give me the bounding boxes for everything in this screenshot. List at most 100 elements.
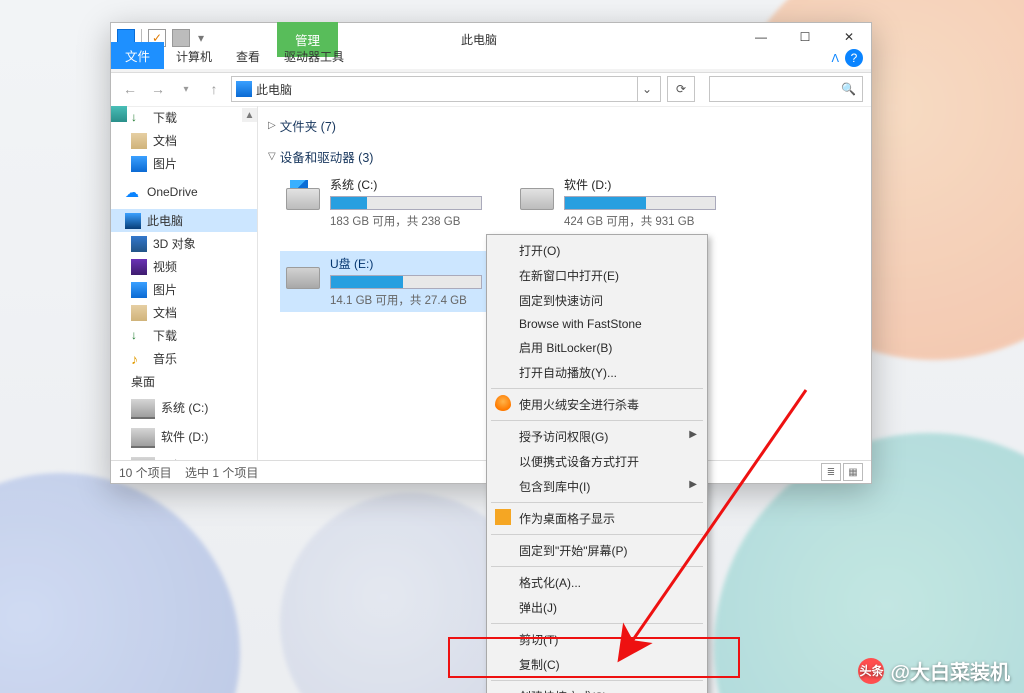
context-menu-item[interactable]: 弹出(J) — [489, 595, 705, 620]
desktop-icon — [111, 106, 127, 122]
context-menu-label: 打开(O) — [519, 244, 560, 258]
sidebar-item-label: 3D 对象 — [153, 235, 196, 252]
context-separator — [491, 388, 703, 389]
context-separator — [491, 680, 703, 681]
context-menu-item[interactable]: Browse with FastStone — [489, 313, 705, 335]
context-menu-item[interactable]: 打开自动播放(Y)... — [489, 360, 705, 385]
sidebar-item[interactable]: 文档 — [111, 129, 257, 152]
nav-up-button[interactable]: ↑ — [203, 78, 225, 100]
search-input[interactable]: 🔍 — [709, 76, 863, 102]
tab-drive-tools[interactable]: 驱动器工具 — [272, 44, 356, 69]
wallpaper-blob — [0, 473, 240, 693]
drive-name: 系统 (C:) — [330, 176, 492, 193]
context-menu-item[interactable]: 格式化(A)... — [489, 570, 705, 595]
address-bar-row: ← → ▾ ↑ 此电脑 ⌄ ⟳ 🔍 — [111, 72, 871, 107]
context-separator — [491, 534, 703, 535]
context-menu-label: 作为桌面格子显示 — [519, 512, 615, 526]
context-menu-label: 打开自动播放(Y)... — [519, 366, 617, 380]
sidebar-item-label: 音乐 — [153, 350, 177, 367]
drive-usage-bar — [330, 275, 482, 289]
sidebar-item[interactable]: 图片 — [111, 278, 257, 301]
sidebar-item[interactable]: 此电脑 — [111, 209, 257, 232]
drive-item[interactable]: U盘 (E:)14.1 GB 可用，共 27.4 GB — [280, 251, 496, 312]
drive-icon — [131, 399, 155, 419]
nav-history-dropdown[interactable]: ▾ — [175, 78, 197, 100]
group-devices-header[interactable]: ▽ 设备和驱动器 (3) — [266, 141, 863, 172]
minimize-button[interactable]: — — [739, 23, 783, 51]
scroll-up-icon[interactable]: ▲ — [242, 108, 257, 122]
context-separator — [491, 566, 703, 567]
sidebar-scrollbar[interactable]: ▲ — [242, 108, 257, 258]
drive-stat: 14.1 GB 可用，共 27.4 GB — [330, 292, 492, 308]
sidebar-item[interactable]: 视频 — [111, 255, 257, 278]
address-bar[interactable]: 此电脑 ⌄ — [231, 76, 661, 102]
refresh-button[interactable]: ⟳ — [667, 76, 695, 102]
sidebar-item[interactable]: 文档 — [111, 301, 257, 324]
view-icons-button[interactable]: ▦ — [843, 463, 863, 481]
status-selection: 选中 1 个项目 — [185, 466, 258, 480]
sidebar-item[interactable]: 软件 (D:) — [111, 422, 257, 451]
context-menu-item[interactable]: 启用 BitLocker(B) — [489, 335, 705, 360]
context-menu-label: 授予访问权限(G) — [519, 430, 608, 444]
sidebar-item[interactable]: 系统 (C:) — [111, 393, 257, 422]
window-title: 此电脑 — [461, 31, 497, 48]
nav-forward-button[interactable]: → — [147, 78, 169, 100]
sidebar-item[interactable]: 下载 — [111, 106, 257, 129]
location-icon — [236, 81, 252, 97]
pic-icon — [131, 282, 147, 298]
sidebar-item-label: 软件 (D:) — [161, 428, 208, 445]
context-menu-item[interactable]: 固定到快速访问 — [489, 288, 705, 313]
sidebar-item[interactable]: 下载 — [111, 324, 257, 347]
help-button[interactable]: ? — [845, 49, 863, 67]
sidebar-item[interactable]: OneDrive — [111, 181, 257, 203]
nav-back-button[interactable]: ← — [119, 78, 141, 100]
view-details-button[interactable]: ≣ — [821, 463, 841, 481]
tab-computer[interactable]: 计算机 — [164, 44, 224, 69]
context-menu-item[interactable]: 在新窗口中打开(E) — [489, 263, 705, 288]
sidebar-item-label: 下载 — [153, 109, 177, 126]
context-menu-label: 固定到"开始"屏幕(P) — [519, 544, 628, 558]
onedrive-icon — [125, 184, 141, 200]
address-dropdown-icon[interactable]: ⌄ — [637, 77, 656, 101]
dl-icon — [131, 328, 147, 344]
tab-file[interactable]: 文件 — [111, 42, 164, 69]
drive-item[interactable]: 软件 (D:)424 GB 可用，共 931 GB — [514, 172, 730, 233]
sidebar-item-label: 图片 — [153, 281, 177, 298]
drive-item[interactable]: 系统 (C:) 183 GB 可用，共 238 GB — [280, 172, 496, 233]
context-menu-label: 使用火绒安全进行杀毒 — [519, 398, 639, 412]
context-menu-item[interactable]: 以便携式设备方式打开 — [489, 449, 705, 474]
sidebar-item[interactable]: 3D 对象 — [111, 232, 257, 255]
context-menu-item[interactable]: 使用火绒安全进行杀毒 — [489, 392, 705, 417]
context-menu-item[interactable]: 固定到"开始"屏幕(P) — [489, 538, 705, 563]
tab-view[interactable]: 查看 — [224, 44, 272, 69]
sidebar-item-label: 桌面 — [131, 373, 155, 390]
chevron-right-icon: ▷ — [268, 120, 276, 131]
close-button[interactable]: ✕ — [827, 23, 871, 51]
context-menu-item[interactable]: 打开(O) — [489, 238, 705, 263]
pc-icon — [125, 213, 141, 229]
status-text: 10 个项目 选中 1 个项目 — [119, 464, 258, 481]
drive-info: 软件 (D:)424 GB 可用，共 931 GB — [564, 176, 726, 229]
context-menu-label: 在新窗口中打开(E) — [519, 269, 619, 283]
drive-icon — [284, 259, 322, 289]
drive-icon — [284, 180, 322, 210]
titlebar[interactable]: ▾ 管理 此电脑 — ☐ ✕ 文件 计算机 查看 驱动器工具 ᐱ ? — [111, 23, 871, 70]
navigation-pane[interactable]: ▲ 下载文档图片OneDrive此电脑3D 对象视频图片文档下载音乐桌面系统 (… — [111, 106, 258, 461]
context-menu-label: 固定到快速访问 — [519, 294, 603, 308]
collapse-ribbon-icon[interactable]: ᐱ — [831, 52, 839, 65]
group-folders-header[interactable]: ▷ 文件夹 (7) — [266, 110, 863, 141]
sidebar-item-label: OneDrive — [147, 185, 198, 199]
context-menu-label: 包含到库中(I) — [519, 480, 590, 494]
context-menu-item[interactable]: 作为桌面格子显示 — [489, 506, 705, 531]
context-menu-item[interactable]: 创建快捷方式(S) — [489, 684, 705, 693]
drive-usage-bar — [564, 196, 716, 210]
sidebar-item[interactable]: 图片 — [111, 152, 257, 175]
context-menu: 打开(O) 在新窗口中打开(E) 固定到快速访问 Browse with FastSt… — [486, 234, 708, 693]
drive-stat: 183 GB 可用，共 238 GB — [330, 213, 492, 229]
context-menu-item[interactable]: 授予访问权限(G)▶ — [489, 424, 705, 449]
sidebar-item[interactable]: 桌面 — [111, 370, 257, 393]
maximize-button[interactable]: ☐ — [783, 23, 827, 51]
context-menu-item[interactable]: 包含到库中(I)▶ — [489, 474, 705, 499]
ribbon-tabs: 文件 计算机 查看 驱动器工具 — [111, 47, 356, 69]
sidebar-item[interactable]: 音乐 — [111, 347, 257, 370]
